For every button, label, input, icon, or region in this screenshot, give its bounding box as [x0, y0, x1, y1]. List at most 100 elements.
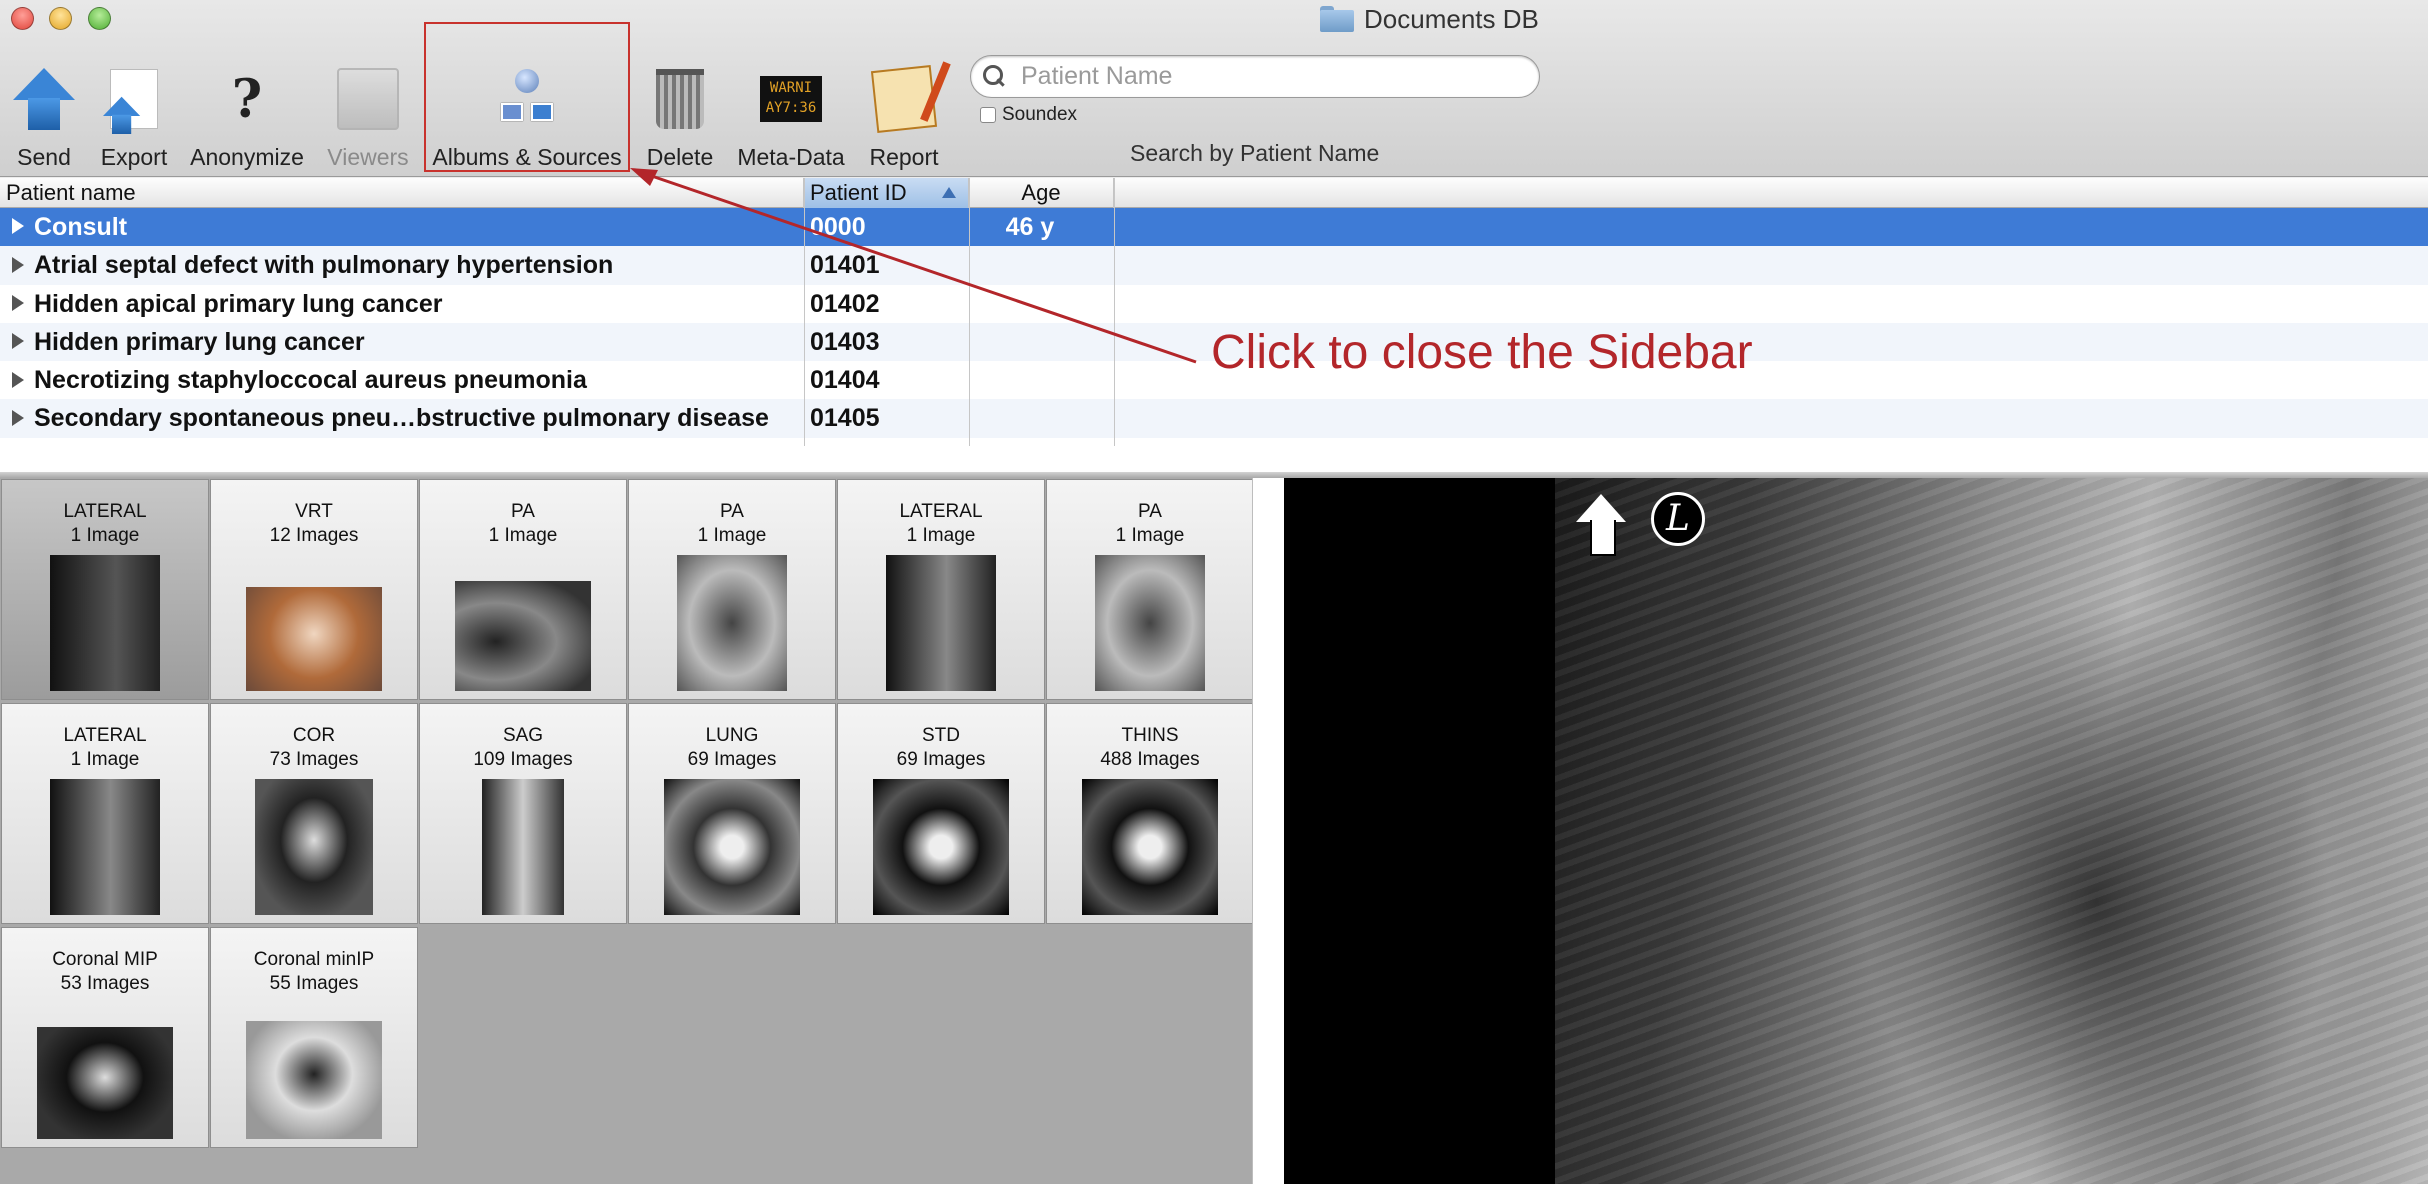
soundex-checkbox[interactable]: Soundex [980, 104, 1077, 126]
patient-id-cell: 0000 [810, 213, 866, 241]
disclosure-triangle-icon[interactable] [12, 256, 24, 273]
series-count: 12 Images [269, 525, 359, 546]
disclosure-triangle-icon[interactable] [12, 333, 24, 350]
series-thumbnail[interactable]: PA 1 Image [1046, 479, 1254, 700]
patient-name: Consult [34, 213, 128, 241]
orientation-marker: L [1651, 492, 1705, 546]
series-preview-image [482, 779, 564, 915]
series-count: 73 Images [269, 749, 359, 770]
series-thumbnail[interactable]: LATERAL 1 Image [1, 703, 209, 924]
search-input[interactable] [1021, 62, 1501, 91]
age-cell [970, 361, 1090, 399]
series-thumbnail[interactable]: Coronal minIP 55 Images [210, 927, 418, 1148]
series-thumbnails: LATERAL 1 Image VRT 12 Images PA 1 Image PA 1 I… [0, 478, 1254, 1184]
series-preview-image [1082, 779, 1218, 915]
patient-name: Hidden apical primary lung cancer [34, 289, 443, 318]
column-header-patient-name[interactable]: Patient name [0, 178, 804, 208]
viewers-label: Viewers [327, 144, 409, 170]
soundex-label: Soundex [1002, 104, 1078, 125]
age-cell [970, 323, 1090, 361]
series-preview-image [50, 555, 160, 691]
series-preview-image [1095, 555, 1205, 691]
delete-label: Delete [646, 144, 714, 170]
column-header-patient-id[interactable]: Patient ID [804, 178, 969, 208]
series-name: THINS [1121, 725, 1179, 746]
trash-icon [656, 69, 704, 129]
series-preview-image [677, 555, 787, 691]
export-label: Export [100, 144, 168, 170]
anonymize-icon: ? [231, 68, 263, 130]
series-thumbnail[interactable]: LATERAL 1 Image [1, 479, 209, 700]
minimize-window-button[interactable] [49, 7, 72, 30]
series-thumbnail[interactable]: PA 1 Image [628, 479, 836, 700]
column-header-patient-id-label: Patient ID [810, 180, 907, 205]
age-cell [970, 246, 1090, 284]
series-count: 109 Images [473, 749, 573, 770]
disclosure-triangle-icon[interactable] [12, 218, 24, 235]
series-name: PA [720, 501, 744, 522]
series-name: LATERAL [63, 501, 147, 522]
table-header: Patient name Patient ID Age [0, 178, 2428, 208]
disclosure-triangle-icon[interactable] [12, 294, 24, 311]
series-preview-image [50, 779, 160, 915]
series-thumbnail[interactable]: PA 1 Image [419, 479, 627, 700]
table-row[interactable]: Consult 0000 46 y [0, 208, 2428, 247]
series-name: LUNG [705, 725, 759, 746]
series-thumbnail[interactable]: LUNG 69 Images [628, 703, 836, 924]
checkbox-icon [980, 107, 996, 123]
series-thumbnail[interactable]: STD 69 Images [837, 703, 1045, 924]
image-viewer[interactable] [1284, 478, 2428, 1184]
patient-name: Secondary spontaneous pneu…bstructive pu… [34, 404, 769, 433]
patient-name-cell: Consult [12, 208, 804, 246]
patient-name-cell: Necrotizing staphyloccocal aureus pneumo… [12, 361, 804, 399]
series-name: VRT [295, 501, 333, 522]
anonymize-button[interactable]: ? Anonymize [186, 54, 308, 171]
series-thumbnail[interactable]: THINS 488 Images [1046, 703, 1254, 924]
series-preview-image [246, 1021, 382, 1139]
patient-name-cell: Hidden apical primary lung cancer [12, 285, 804, 323]
series-count: 1 Image [488, 525, 558, 546]
anonymize-label: Anonymize [190, 144, 304, 170]
series-name: Coronal MIP [52, 949, 158, 970]
column-header-age[interactable]: Age [969, 178, 1114, 208]
patient-name: Hidden primary lung cancer [34, 327, 365, 356]
report-label: Report [869, 144, 939, 170]
series-preview-image [873, 779, 1009, 915]
series-preview-image [886, 555, 996, 691]
series-count: 1 Image [906, 525, 976, 546]
delete-button[interactable]: Delete [640, 54, 720, 171]
series-count: 1 Image [1115, 525, 1185, 546]
series-thumbnail[interactable]: Coronal MIP 53 Images [1, 927, 209, 1148]
patient-name: Necrotizing staphyloccocal aureus pneumo… [34, 366, 587, 395]
series-preview-image [455, 581, 591, 691]
age-cell: 46 y [1005, 213, 1055, 241]
zoom-window-button[interactable] [88, 7, 111, 30]
series-name: LATERAL [899, 501, 983, 522]
window-title-text: Documents DB [1364, 3, 1539, 34]
disclosure-triangle-icon[interactable] [12, 409, 24, 426]
disclosure-triangle-icon[interactable] [12, 371, 24, 388]
table-row[interactable]: Atrial septal defect with pulmonary hype… [0, 246, 2428, 285]
export-button[interactable]: Export [94, 54, 174, 171]
close-window-button[interactable] [11, 7, 34, 30]
viewers-button[interactable]: Viewers [324, 54, 412, 171]
series-thumbnail[interactable]: VRT 12 Images [210, 479, 418, 700]
annotation-text: Click to close the Sidebar [1211, 326, 1753, 379]
table-row[interactable]: Hidden apical primary lung cancer 01402 [0, 285, 2428, 323]
window-title: Documents DB [1320, 3, 1539, 35]
app-window: Documents DB Send Export ? Anonymize Vie… [0, 0, 2428, 1184]
chest-xray-image [1555, 478, 2428, 1184]
search-field[interactable] [970, 55, 1540, 98]
report-button[interactable]: Report [864, 54, 944, 171]
series-count: 55 Images [269, 973, 359, 994]
send-button[interactable]: Send [8, 54, 80, 171]
series-count: 69 Images [687, 749, 777, 770]
series-name: LATERAL [63, 725, 147, 746]
patient-id-cell: 01403 [810, 327, 880, 356]
series-thumbnail[interactable]: SAG 109 Images [419, 703, 627, 924]
series-thumbnail[interactable]: COR 73 Images [210, 703, 418, 924]
meta-data-button[interactable]: WARNI AY7:36 Meta-Data [730, 54, 852, 171]
table-row[interactable]: Secondary spontaneous pneu…bstructive pu… [0, 399, 2428, 438]
series-name: PA [511, 501, 535, 522]
series-thumbnail[interactable]: LATERAL 1 Image [837, 479, 1045, 700]
